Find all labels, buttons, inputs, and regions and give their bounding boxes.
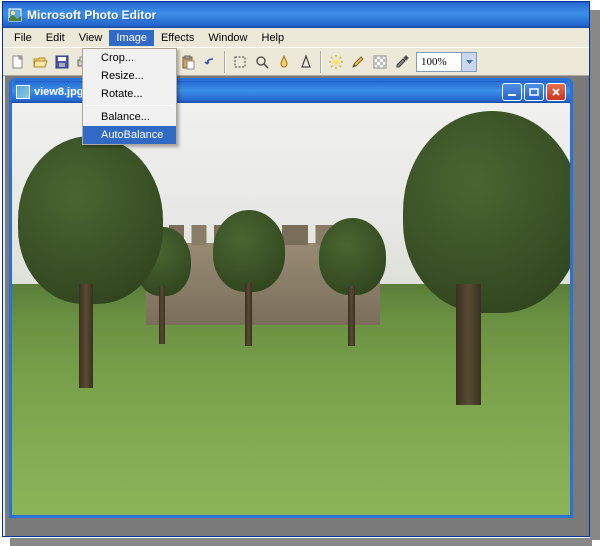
minimize-button[interactable] xyxy=(502,83,522,101)
app-icon xyxy=(7,7,23,23)
document-content xyxy=(12,103,570,515)
menu-edit[interactable]: Edit xyxy=(39,30,72,46)
paste-button[interactable] xyxy=(177,51,199,73)
eyedropper-button[interactable] xyxy=(391,51,413,73)
select-button[interactable] xyxy=(229,51,251,73)
zoom-button[interactable] xyxy=(251,51,273,73)
menu-item-autobalance[interactable]: AutoBalance xyxy=(83,126,176,144)
image-menu-dropdown: Crop... Resize... Rotate... Balance... A… xyxy=(82,48,177,145)
mdi-area: view8.jpg xyxy=(5,76,589,536)
save-button[interactable] xyxy=(51,51,73,73)
brightness-button[interactable] xyxy=(325,51,347,73)
menu-item-crop[interactable]: Crop... xyxy=(83,49,176,67)
menu-item-rotate[interactable]: Rotate... xyxy=(83,85,176,103)
toolbar-separator xyxy=(224,51,226,73)
menu-view[interactable]: View xyxy=(72,30,110,46)
sharpen-button[interactable] xyxy=(295,51,317,73)
app-window: Microsoft Photo Editor File Edit View Im… xyxy=(2,1,590,537)
menu-separator xyxy=(85,105,174,106)
new-button[interactable] xyxy=(7,51,29,73)
close-button[interactable] xyxy=(546,83,566,101)
zoom-dropdown-button[interactable] xyxy=(461,53,476,71)
transparency-button[interactable] xyxy=(369,51,391,73)
zoom-input[interactable] xyxy=(417,55,461,69)
menu-window[interactable]: Window xyxy=(201,30,254,46)
maximize-button[interactable] xyxy=(524,83,544,101)
photo-image xyxy=(12,103,570,515)
menu-file[interactable]: File xyxy=(7,30,39,46)
menu-item-resize[interactable]: Resize... xyxy=(83,67,176,85)
edit-button[interactable] xyxy=(347,51,369,73)
app-title: Microsoft Photo Editor xyxy=(27,8,585,22)
menu-image[interactable]: Image xyxy=(109,30,154,46)
menu-effects[interactable]: Effects xyxy=(154,30,201,46)
document-icon xyxy=(16,85,30,99)
titlebar[interactable]: Microsoft Photo Editor xyxy=(3,2,589,28)
menu-item-balance[interactable]: Balance... xyxy=(83,108,176,126)
smudge-button[interactable] xyxy=(273,51,295,73)
open-button[interactable] xyxy=(29,51,51,73)
zoom-combo[interactable] xyxy=(416,52,477,72)
toolbar-separator xyxy=(320,51,322,73)
undo-button[interactable] xyxy=(199,51,221,73)
menubar: File Edit View Image Effects Window Help xyxy=(3,28,589,48)
menu-help[interactable]: Help xyxy=(255,30,292,46)
